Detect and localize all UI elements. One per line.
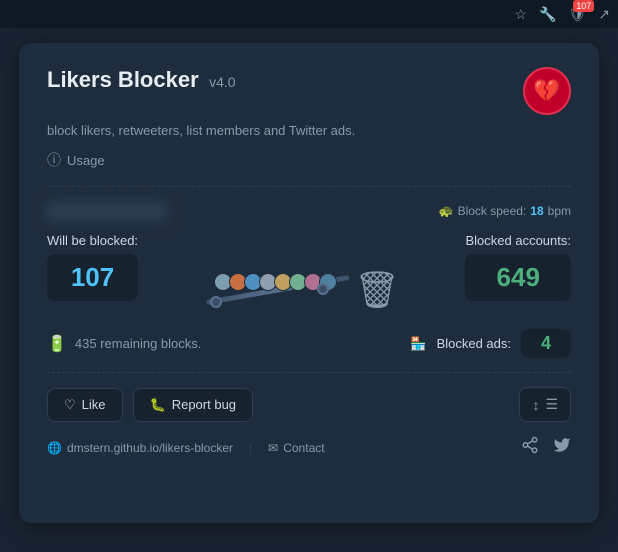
avatars-container [214,273,334,291]
trash-icon: 🗑 [354,269,400,311]
twitter-icon[interactable] [553,436,571,459]
share-icon[interactable] [521,436,539,459]
app-version: v4.0 [209,74,235,90]
wheel-right [317,283,329,295]
tools-icon[interactable]: 🔧 [539,6,556,23]
usage-label: Usage [67,153,105,168]
blocked-accounts-label: Blocked accounts: [465,233,571,248]
divider-top [47,186,571,187]
main-card: Likers Blocker v4.0 💔 block likers, retw… [19,43,599,523]
info-icon: ⓘ [47,150,61,170]
animation-area: 🗑 [138,233,465,313]
blocked-ads-label: Blocked ads: [437,336,511,351]
heart-icon: 💔 [533,78,560,104]
title-area: Likers Blocker v4.0 [47,67,236,93]
app-title: Likers Blocker [47,67,199,92]
export-icon[interactable]: ↗ [598,6,610,23]
top-bar: ☆ 🔧 🛡 107 ↗ [0,0,618,28]
battery-icon: 🔋 [47,334,67,354]
globe-icon: 🌐 [47,441,62,455]
blocked-ads-count: 4 [521,329,571,358]
divider-bottom [47,372,571,373]
like-button[interactable]: ♡ Like [47,388,123,422]
action-row: ♡ Like 🐛 Report bug ↕ ☰ [47,387,571,422]
action-left: ♡ Like 🐛 Report bug [47,388,253,422]
block-speed-unit: bpm [548,204,571,218]
sort-filter-button[interactable]: ↕ ☰ [519,387,571,422]
block-speed-label: Block speed: [458,204,527,218]
subtitle: block likers, retweeters, list members a… [47,123,571,138]
block-speed-value: 18 [530,204,543,218]
usage-row[interactable]: ⓘ Usage [47,150,571,170]
speed-emoji: 🐢 [439,204,454,218]
will-be-blocked-label: Will be blocked: [47,233,138,248]
report-bug-label: Report bug [172,397,236,412]
bug-icon: 🐛 [150,397,166,413]
footer-row: 🌐 dmstern.github.io/likers-blocker | ✉ C… [47,436,571,459]
will-be-blocked-count: 107 [47,254,138,301]
will-be-blocked-section: Will be blocked: 107 [47,233,138,301]
blocked-accounts-count: 649 [465,254,571,301]
blocked-ads-row: 🏪 Blocked ads: 4 [410,329,571,358]
ads-icon: 🏪 [410,336,426,352]
conveyor-container: 🗑 [202,233,402,313]
like-label: Like [82,397,106,412]
star-icon[interactable]: ☆ [514,6,527,23]
footer-right [521,436,571,459]
contact-link[interactable]: ✉ Contact [268,441,324,455]
badge-container[interactable]: 🛡 107 [568,6,586,23]
filter-icon: ☰ [545,396,558,413]
pipe-divider: | [249,441,252,455]
report-bug-button[interactable]: 🐛 Report bug [133,388,254,422]
website-url: dmstern.github.io/likers-blocker [67,441,233,455]
footer-left: 🌐 dmstern.github.io/likers-blocker | ✉ C… [47,441,325,455]
header-row: Likers Blocker v4.0 💔 [47,67,571,115]
contact-label: Contact [283,441,324,455]
badge-count: 107 [573,0,594,12]
wheel-left [210,296,222,308]
speed-info: 🐢 Block speed: 18 bpm [439,204,571,218]
bottom-stats: 🔋 435 remaining blocks. 🏪 Blocked ads: 4 [47,329,571,358]
sort-icon: ↕ [532,397,539,413]
remaining-row: 🔋 435 remaining blocks. [47,334,201,354]
heart-icon: ♡ [64,397,76,413]
remaining-blocks: 435 remaining blocks. [75,336,201,351]
action-right: ↕ ☰ [519,387,571,422]
counts-row: Will be blocked: 107 [47,233,571,313]
blurred-content [47,201,167,221]
mail-icon: ✉ [268,441,278,455]
stats-row: 🐢 Block speed: 18 bpm [47,201,571,221]
blocked-accounts-section: Blocked accounts: 649 [465,233,571,301]
app-icon: 💔 [523,67,571,115]
website-link[interactable]: 🌐 dmstern.github.io/likers-blocker [47,441,233,455]
